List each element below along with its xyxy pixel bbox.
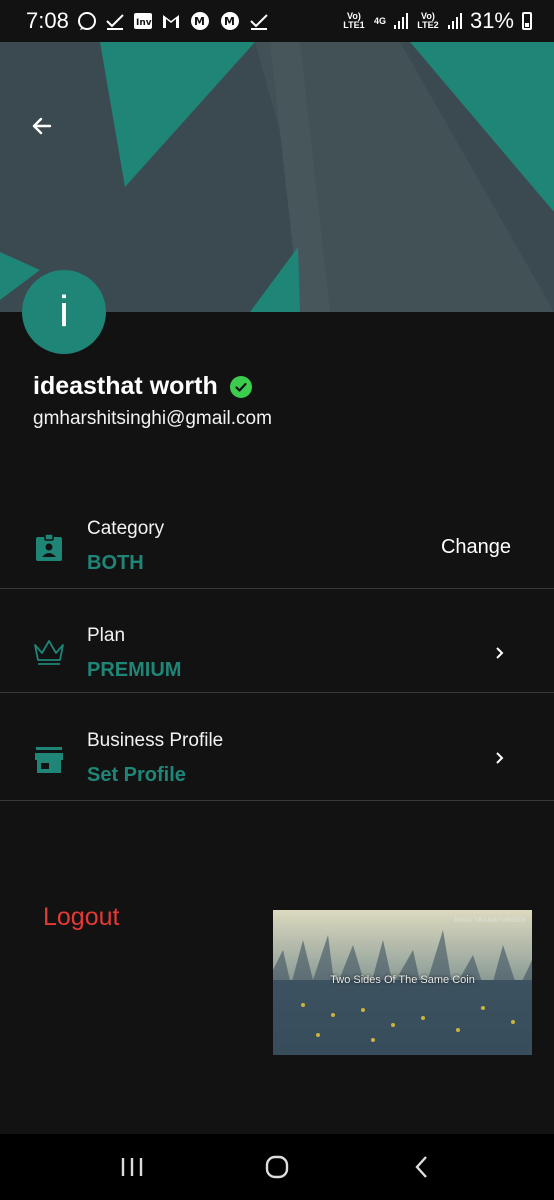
sim2-label: Vo) LTE2	[417, 11, 439, 30]
business-profile-row[interactable]: Business Profile Set Profile	[0, 693, 554, 801]
plan-value: PREMIUM	[87, 659, 182, 681]
whatsapp-icon	[77, 11, 97, 31]
svg-text:Inv: Inv	[136, 18, 152, 28]
video-thumbnail[interactable]: MIND TRANSFORMER Two Sides Of The Same C…	[273, 910, 532, 1055]
profile-email: gmharshitsinghi@gmail.com	[33, 408, 272, 429]
contact-badge-icon	[36, 533, 62, 561]
change-category-button[interactable]: Change	[441, 536, 511, 559]
status-right: Vo) LTE1 4G Vo) LTE2 31%	[342, 8, 532, 34]
battery-icon	[522, 12, 532, 30]
crown-icon	[34, 640, 64, 665]
plan-title: Plan	[87, 625, 126, 646]
plan-row[interactable]: Plan PREMIUM	[0, 589, 554, 693]
verified-icon	[229, 375, 252, 398]
cover-image	[0, 42, 554, 312]
m-icon: M	[219, 10, 241, 32]
chevron-right-icon	[496, 752, 504, 764]
check-icon	[249, 11, 269, 31]
back-button[interactable]	[30, 114, 66, 150]
store-icon	[35, 747, 63, 773]
system-nav-bar	[0, 1134, 554, 1200]
recent-apps-icon	[122, 1158, 143, 1176]
category-title: Category	[87, 518, 165, 539]
recent-apps-button[interactable]	[112, 1147, 152, 1187]
signal-icon	[393, 13, 408, 29]
battery-percent: 31%	[469, 8, 514, 33]
avatar[interactable]: i	[22, 270, 106, 354]
chevron-right-icon	[496, 647, 504, 659]
back-nav-button[interactable]	[402, 1147, 442, 1187]
gmail-icon	[161, 11, 181, 31]
business-profile-title: Business Profile	[87, 730, 224, 751]
sim1-label: Vo) LTE1	[343, 11, 365, 30]
home-icon	[265, 1155, 289, 1179]
m-icon: M	[189, 10, 211, 32]
avatar-letter: i	[59, 287, 69, 336]
status-bar: 7:08 Inv M M Vo) LTE1 4G Vo) LTE2 31%	[0, 0, 554, 42]
check-icon	[105, 11, 125, 31]
inv-icon: Inv	[133, 11, 153, 31]
category-value: BOTH	[87, 552, 144, 574]
video-caption: Two Sides Of The Same Coin	[330, 974, 475, 986]
logout-button[interactable]: Logout	[43, 903, 119, 932]
cover-pattern	[0, 42, 554, 312]
svg-text:M: M	[194, 15, 205, 28]
category-row[interactable]: Category BOTH Change	[0, 500, 554, 589]
status-left: 7:08 Inv M M	[26, 8, 269, 34]
signal-icon	[447, 13, 462, 29]
network-type: 4G	[373, 15, 386, 26]
svg-text:M: M	[224, 15, 235, 28]
profile-name: ideasthat worth	[33, 372, 218, 400]
home-button[interactable]	[257, 1147, 297, 1187]
arrow-left-icon	[32, 117, 52, 135]
video-brand: MIND TRANSFORMER	[454, 918, 526, 924]
business-profile-value: Set Profile	[87, 764, 186, 786]
status-time: 7:08	[26, 8, 69, 33]
back-icon	[415, 1156, 427, 1178]
profile-name-row: ideasthat worth	[33, 372, 252, 401]
